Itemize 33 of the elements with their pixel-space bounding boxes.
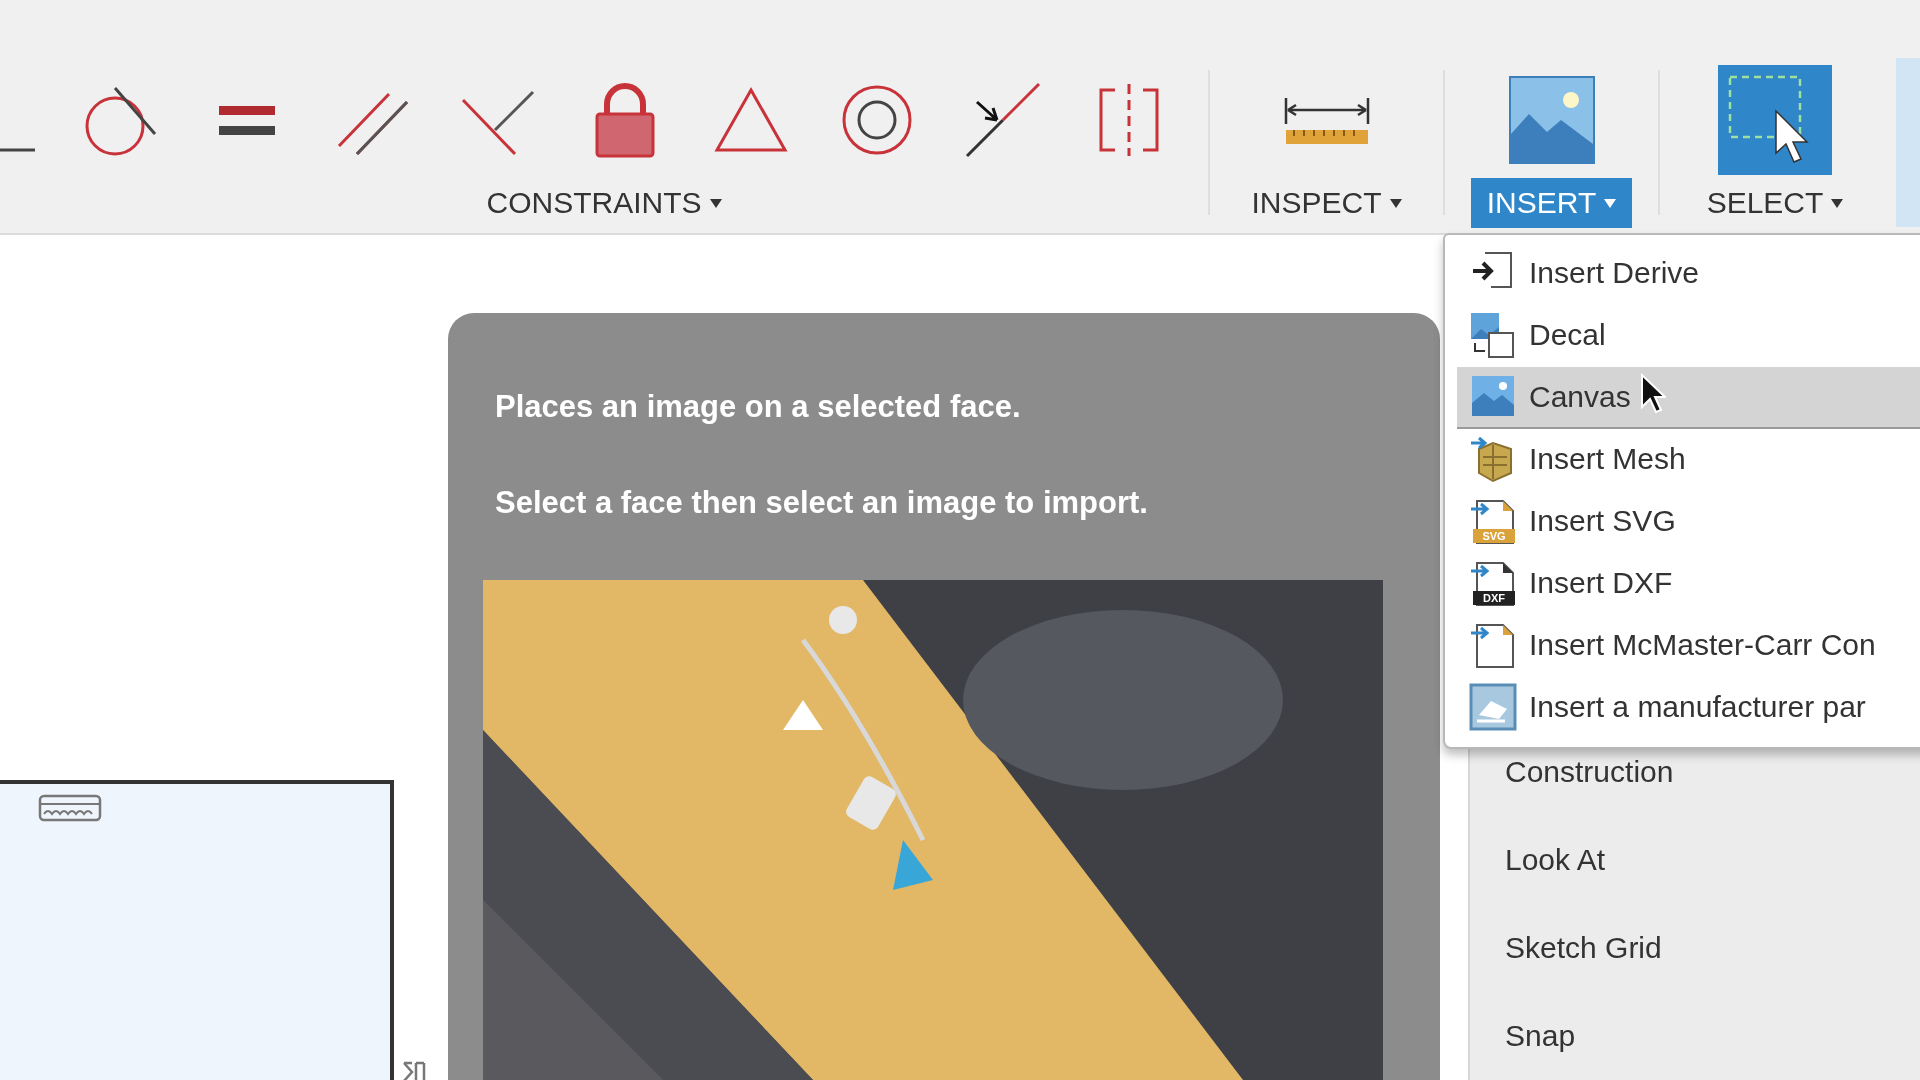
menu-item[interactable]: Insert Derive [1457, 243, 1920, 305]
caret-icon [709, 198, 722, 208]
palette-item[interactable]: Snap [1505, 1017, 1920, 1055]
menu-item[interactable]: Insert a manufacturer par [1457, 677, 1920, 739]
tool-icon [402, 1061, 428, 1080]
caret-icon [1389, 198, 1402, 208]
toolbar-group-button[interactable]: INSERT [1470, 178, 1633, 228]
file-type-label: SVG [1473, 529, 1515, 543]
part-icon [1469, 683, 1517, 731]
toolbar-group-button[interactable]: INSPECT [1235, 178, 1418, 228]
toolbar-group-button[interactable]: CONSTRAINTS [470, 178, 738, 228]
palette-item[interactable]: Sketch Grid [1505, 929, 1920, 967]
menu-item[interactable]: Decal [1457, 305, 1920, 367]
menu-item[interactable]: DXF Insert DXF [1457, 553, 1920, 615]
tooltip-text: Select a face then select an image to import. [495, 484, 1149, 522]
tooltip-text: Places an image on a selected face. [495, 388, 1022, 426]
caret-icon [1604, 198, 1617, 208]
decal-icon [1469, 311, 1517, 359]
file-icon [1469, 621, 1517, 669]
menu-item[interactable]: Insert Mesh [1457, 429, 1920, 491]
menu-item[interactable]: Insert McMaster-Carr Con [1457, 615, 1920, 677]
file-type-label: DXF [1473, 591, 1515, 605]
palette-item[interactable]: Look At [1505, 841, 1920, 879]
palette-item[interactable]: Construction [1505, 753, 1920, 791]
midpoint-icon[interactable] [963, 80, 1043, 160]
select-icon[interactable] [1718, 65, 1832, 175]
sketch-symbol-icon [38, 794, 102, 824]
toolbar-group-button[interactable]: SELECT [1690, 178, 1860, 228]
menu-item[interactable]: SVG Insert SVG [1457, 491, 1920, 553]
image-icon[interactable] [1508, 76, 1595, 164]
pointer-icon [1640, 373, 1666, 413]
menu-item[interactable]: Canvas [1457, 367, 1920, 429]
caret-icon [1831, 198, 1844, 208]
